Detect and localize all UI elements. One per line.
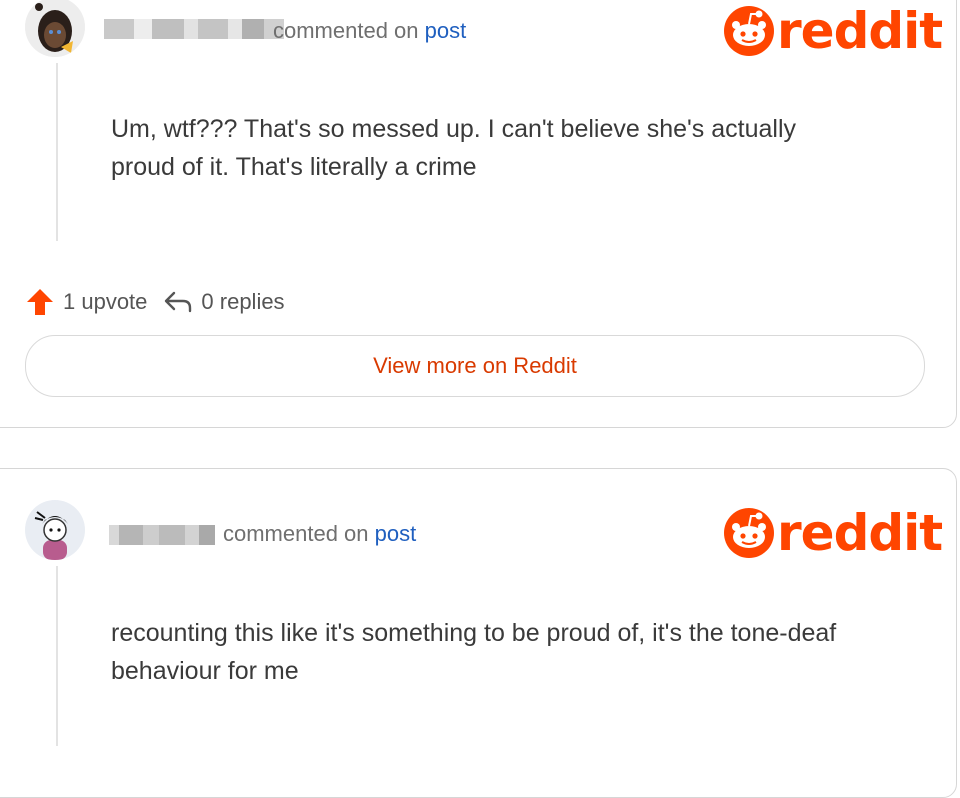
- view-more-button[interactable]: View more on Reddit: [25, 335, 925, 397]
- reddit-logo-icon: [724, 6, 774, 56]
- reddit-logo[interactable]: reddit: [723, 504, 943, 562]
- comment-actions: 1 upvote 0 replies: [25, 287, 301, 317]
- post-link[interactable]: post: [375, 521, 417, 546]
- avatar-image: [25, 500, 85, 560]
- avatar[interactable]: [25, 500, 85, 560]
- replies-button[interactable]: 0 replies: [163, 289, 285, 315]
- commented-on-label: commented on: [223, 521, 369, 546]
- reddit-wordmark: reddit: [777, 504, 943, 562]
- reddit-logo[interactable]: reddit: [723, 2, 943, 60]
- post-link[interactable]: post: [425, 18, 467, 43]
- reddit-wordmark: reddit: [777, 2, 943, 60]
- username-redacted: [109, 525, 215, 545]
- thread-line: [56, 566, 58, 746]
- upvote-count: 1 upvote: [63, 289, 148, 314]
- username-redacted: [104, 19, 284, 39]
- comment-meta: commented on post: [223, 521, 416, 547]
- commented-on-label: commented on: [273, 18, 419, 43]
- reddit-logo-icon: [724, 508, 774, 558]
- comment-body: Um, wtf??? That's so messed up. I can't …: [111, 115, 797, 181]
- comment-meta: commented on post: [273, 18, 466, 44]
- comment-card: commented on post reddit recounting this…: [0, 468, 957, 798]
- replies-count: 0 replies: [201, 289, 285, 314]
- upvote-button[interactable]: 1 upvote: [25, 287, 147, 317]
- comment-card: commented on post reddit Um, wtf??? That…: [0, 0, 957, 428]
- avatar[interactable]: [25, 0, 85, 57]
- avatar-image: [25, 0, 85, 57]
- upvote-arrow-icon: [27, 289, 53, 315]
- view-more-label: View more on Reddit: [373, 353, 577, 378]
- reply-icon: [165, 291, 192, 313]
- comment-body: recounting this like it's something to b…: [111, 619, 837, 685]
- thread-line: [56, 63, 58, 241]
